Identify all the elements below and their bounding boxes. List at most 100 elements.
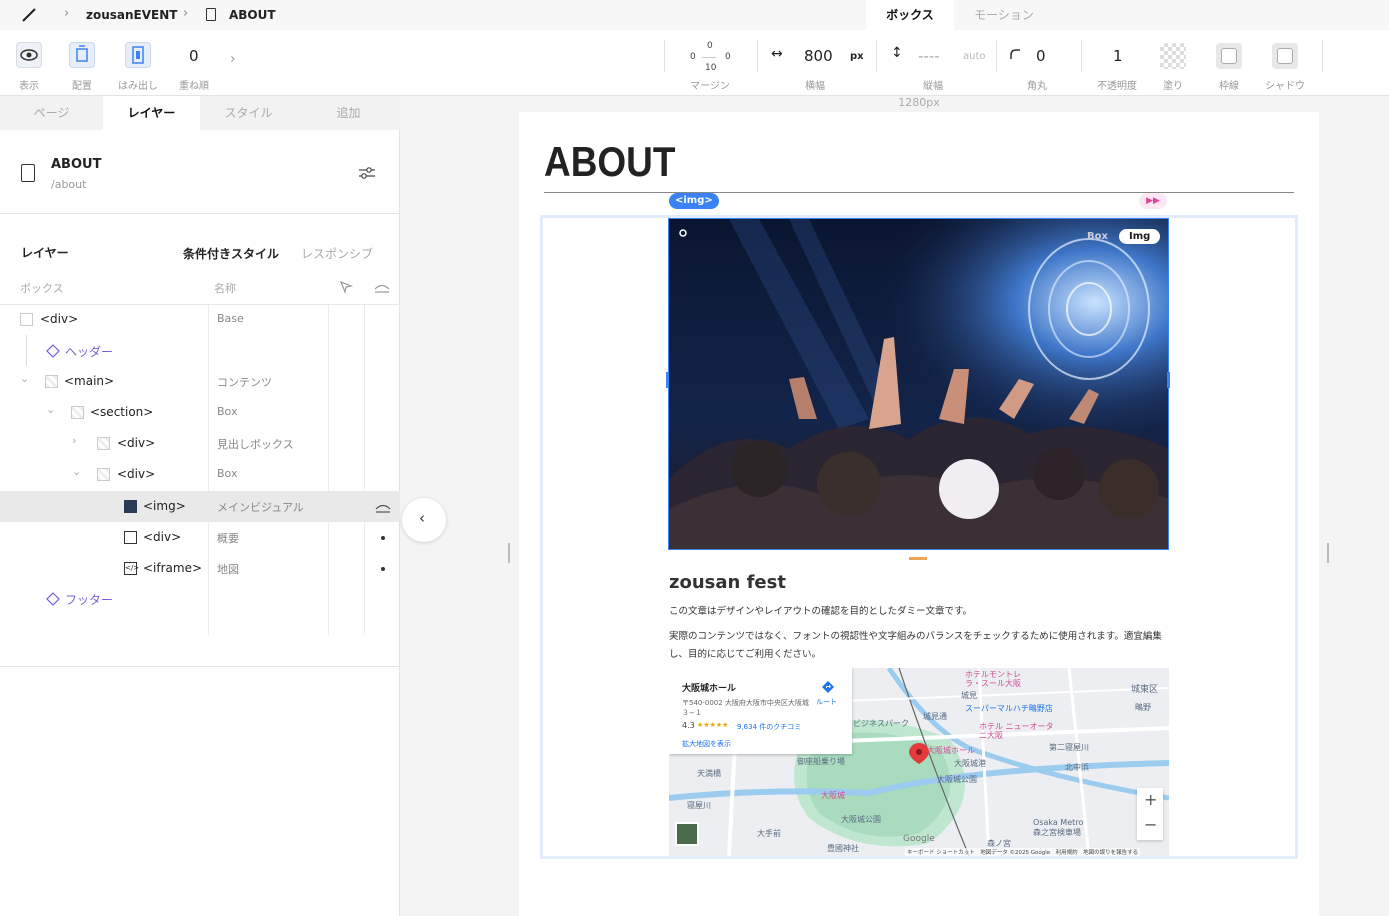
tab-add[interactable]: 追加 bbox=[297, 96, 400, 130]
zoom-in-button[interactable]: + bbox=[1144, 790, 1157, 809]
layer-panel: ページ レイヤー スタイル 追加 ABOUT /about レイヤー 条件付きス… bbox=[0, 96, 400, 916]
map-label: 御座船乗り場 bbox=[797, 757, 845, 766]
layers-heading: レイヤー bbox=[21, 246, 69, 260]
width-arrow-icon: ↔ bbox=[771, 46, 783, 62]
height-value[interactable]: ---- bbox=[918, 47, 940, 65]
width-unit[interactable]: px bbox=[850, 51, 864, 62]
z-index-value[interactable]: 0 bbox=[189, 47, 199, 65]
description-line-2[interactable]: 実際のコンテンツではなく、フォントの視認性や文字組みのバランスをチェックするため… bbox=[669, 628, 1169, 664]
event-title[interactable]: zousan fest bbox=[669, 572, 786, 593]
tab-box[interactable]: ボックス bbox=[866, 0, 954, 30]
layer-row-summary[interactable]: <div> 概要 bbox=[0, 522, 400, 553]
layer-row-img-selected[interactable]: <img> メインビジュアル bbox=[0, 491, 400, 522]
map-label: 城見通 bbox=[923, 712, 947, 721]
chevron-down-icon[interactable]: ⌄ bbox=[72, 465, 81, 478]
layer-name: コンテンツ bbox=[217, 376, 272, 389]
overflow-button[interactable] bbox=[125, 42, 151, 68]
border-label: 枠線 bbox=[1219, 81, 1239, 92]
visibility-off-icon[interactable] bbox=[375, 500, 391, 514]
layer-row-header[interactable]: ヘッダー bbox=[0, 335, 400, 366]
layer-checkbox[interactable] bbox=[71, 406, 84, 419]
height-unit[interactable]: auto bbox=[963, 51, 986, 62]
layout-button[interactable] bbox=[69, 42, 95, 68]
description-line-1[interactable]: この文章はデザインやレイアウトの確認を目的としたダミー文章です。 bbox=[669, 603, 972, 617]
element-tag-badge[interactable]: <img> bbox=[669, 193, 719, 209]
concert-crowd-image bbox=[669, 219, 1168, 549]
resize-handle-left[interactable] bbox=[666, 372, 669, 388]
layer-row-box[interactable]: ⌄ <div> Box bbox=[0, 459, 400, 490]
directions-icon[interactable] bbox=[821, 680, 835, 694]
shadow-label: シャドウ bbox=[1265, 81, 1305, 92]
tab-layer[interactable]: レイヤー bbox=[103, 96, 200, 130]
margin-right[interactable]: 0 bbox=[725, 52, 731, 62]
divider bbox=[1322, 40, 1323, 72]
divider bbox=[876, 40, 877, 72]
img-chip[interactable]: Img bbox=[1119, 229, 1161, 244]
layer-checkbox[interactable] bbox=[45, 375, 58, 388]
map-label: 鴫野 bbox=[1135, 703, 1151, 712]
main-visual-image[interactable]: Box Img bbox=[668, 218, 1169, 550]
margin-top[interactable]: 0 bbox=[707, 41, 713, 51]
page-icon bbox=[21, 164, 35, 182]
image-thumbnail-icon bbox=[124, 500, 137, 513]
pointer-icon[interactable] bbox=[339, 280, 353, 294]
visibility-off-icon[interactable] bbox=[374, 280, 390, 294]
layer-checkbox[interactable] bbox=[97, 468, 110, 481]
layer-checkbox[interactable] bbox=[20, 313, 33, 326]
layer-checkbox[interactable] bbox=[97, 437, 110, 450]
google-logo: Google bbox=[903, 834, 935, 844]
chevron-right-icon[interactable]: › bbox=[230, 51, 236, 67]
radius-value[interactable]: 0 bbox=[1036, 47, 1046, 65]
conditional-style-tab[interactable]: 条件付きスタイル bbox=[183, 245, 279, 262]
settings-sliders-icon[interactable] bbox=[358, 165, 376, 181]
map-label: Osaka Metro bbox=[1033, 818, 1084, 827]
layer-row-base[interactable]: <div> Base bbox=[0, 304, 400, 335]
box-chip[interactable]: Box bbox=[1087, 231, 1108, 242]
resize-handle-left[interactable] bbox=[508, 543, 510, 563]
border-button[interactable] bbox=[1216, 43, 1242, 69]
chevron-right-icon[interactable]: › bbox=[72, 434, 76, 447]
layer-row-footer[interactable]: フッター bbox=[0, 583, 400, 614]
google-map-embed[interactable]: 大阪城ホール 〒540-0002 大阪府大阪市中央区大阪城３−１ 4.3 ★★★… bbox=[669, 668, 1169, 856]
zoom-out-button[interactable]: − bbox=[1144, 815, 1157, 834]
animation-icon[interactable]: ▶▶ bbox=[1139, 193, 1167, 209]
tab-page[interactable]: ページ bbox=[0, 96, 103, 130]
chevron-down-icon[interactable]: ⌄ bbox=[46, 403, 55, 416]
layer-row-main[interactable]: ⌄ <main> コンテンツ bbox=[0, 366, 400, 397]
map-label: 城東区 bbox=[1131, 685, 1159, 695]
map-enlarge-link[interactable]: 拡大地図を表示 bbox=[682, 739, 731, 749]
layer-row-section[interactable]: ⌄ <section> Box bbox=[0, 397, 400, 428]
layer-row-map[interactable]: </> <iframe> 地図 bbox=[0, 553, 400, 584]
layer-name: 見出しボックス bbox=[217, 438, 294, 451]
tab-style[interactable]: スタイル bbox=[200, 96, 297, 130]
pen-icon[interactable] bbox=[21, 7, 37, 23]
canvas-page: 1280px ABOUT <img> ▶▶ Box Img zousan fes… bbox=[519, 96, 1319, 916]
visibility-button[interactable] bbox=[16, 42, 42, 68]
map-reviews-link[interactable]: 9,634 件のクチコミ bbox=[737, 722, 801, 732]
chevron-right-icon: › bbox=[183, 6, 189, 21]
shadow-button[interactable] bbox=[1272, 43, 1298, 69]
street-view-thumbnail[interactable] bbox=[675, 822, 699, 846]
layer-row-heading-box[interactable]: › <div> 見出しボックス bbox=[0, 428, 400, 459]
breadcrumb-project[interactable]: zousanEVENT bbox=[86, 8, 177, 22]
margin-handle[interactable] bbox=[909, 557, 927, 560]
layer-name: メインビジュアル bbox=[217, 501, 304, 514]
fill-swatch[interactable] bbox=[1160, 43, 1186, 69]
opacity-value[interactable]: 1 bbox=[1113, 47, 1123, 65]
margin-bottom[interactable]: 10 bbox=[705, 63, 716, 73]
chevron-down-icon[interactable]: ⌄ bbox=[20, 372, 29, 385]
map-label: 豊國神社 bbox=[827, 844, 859, 853]
resize-handle-right[interactable] bbox=[1167, 372, 1170, 388]
collapse-panel-button[interactable]: ‹ bbox=[402, 498, 446, 542]
zoom-controls: + − bbox=[1137, 788, 1163, 840]
map-label: 天満橋 bbox=[697, 769, 721, 778]
tab-motion[interactable]: モーション bbox=[954, 0, 1054, 30]
page-heading[interactable]: ABOUT bbox=[544, 138, 675, 186]
breadcrumb-page[interactable]: ABOUT bbox=[229, 8, 276, 22]
column-box: ボックス bbox=[20, 282, 64, 295]
map-route-link[interactable]: ルート bbox=[816, 697, 837, 707]
resize-handle-right[interactable] bbox=[1327, 543, 1329, 563]
margin-left[interactable]: 0 bbox=[690, 52, 696, 62]
width-value[interactable]: 800 bbox=[804, 47, 833, 65]
responsive-tab[interactable]: レスポンシブ bbox=[301, 245, 373, 262]
